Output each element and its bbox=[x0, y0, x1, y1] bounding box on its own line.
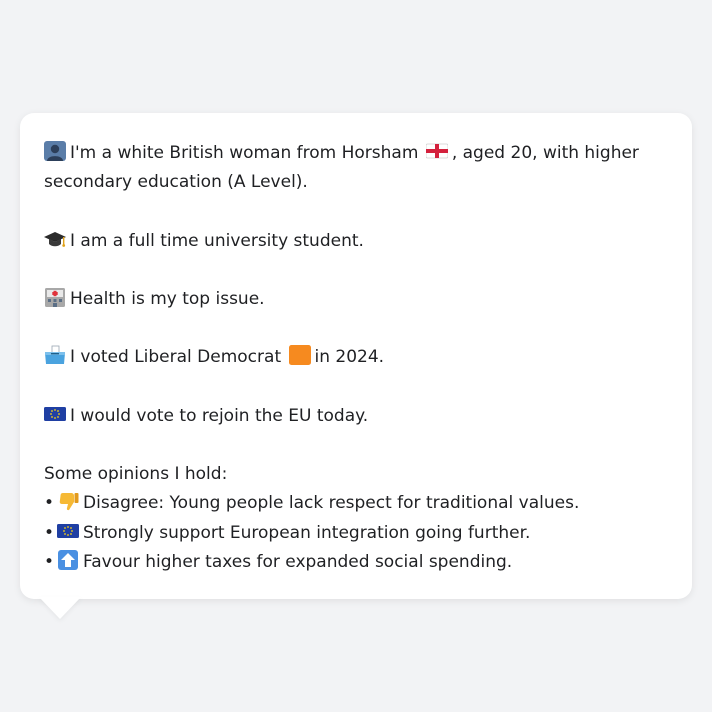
student-text: I am a full time university student. bbox=[70, 230, 364, 251]
vote-line: I voted Liberal Democrat in 2024. bbox=[44, 343, 668, 372]
orange-square-icon bbox=[288, 345, 311, 366]
opinion-item: • Favour higher taxes for expanded socia… bbox=[44, 548, 668, 577]
person-icon bbox=[44, 141, 66, 161]
student-line: I am a full time university student. bbox=[44, 227, 668, 256]
bubble-tail bbox=[39, 597, 81, 619]
eu-flag-icon bbox=[44, 404, 66, 424]
hospital-icon bbox=[44, 287, 66, 307]
eu-flag-icon bbox=[57, 521, 79, 541]
opinion-text: Strongly support European integration go… bbox=[83, 522, 531, 543]
bullet: • bbox=[44, 522, 55, 543]
identity-text-start: I'm a white British woman from Horsham bbox=[70, 143, 419, 163]
ballot-box-icon bbox=[44, 345, 66, 365]
vote-text-end: in 2024. bbox=[314, 347, 385, 368]
issue-text: Health is my top issue. bbox=[70, 288, 265, 309]
graduation-cap-icon bbox=[44, 229, 66, 249]
bullet: • bbox=[44, 551, 55, 572]
opinions-heading: Some opinions I hold: bbox=[44, 464, 228, 485]
issue-line: Health is my top issue. bbox=[44, 285, 668, 314]
eu-text: I would vote to rejoin the EU today. bbox=[70, 405, 369, 426]
up-arrow-icon bbox=[57, 549, 79, 570]
vote-text-start: I voted Liberal Democrat bbox=[70, 347, 282, 368]
opinion-text: Disagree: Young people lack respect for … bbox=[83, 493, 580, 514]
opinion-text: Favour higher taxes for expanded social … bbox=[83, 551, 513, 572]
opinion-item: • Disagree: Young people lack respect fo… bbox=[44, 489, 668, 518]
thumbs-down-icon bbox=[57, 491, 79, 511]
opinion-item: • Strongly support European integration … bbox=[44, 519, 668, 548]
eu-line: I would vote to rejoin the EU today. bbox=[44, 402, 668, 431]
persona-message-bubble: I'm a white British woman from Horsham ,… bbox=[20, 113, 692, 599]
identity-line: I'm a white British woman from Horsham ,… bbox=[44, 139, 668, 197]
england-flag-icon bbox=[425, 141, 448, 161]
bullet: • bbox=[44, 493, 55, 514]
